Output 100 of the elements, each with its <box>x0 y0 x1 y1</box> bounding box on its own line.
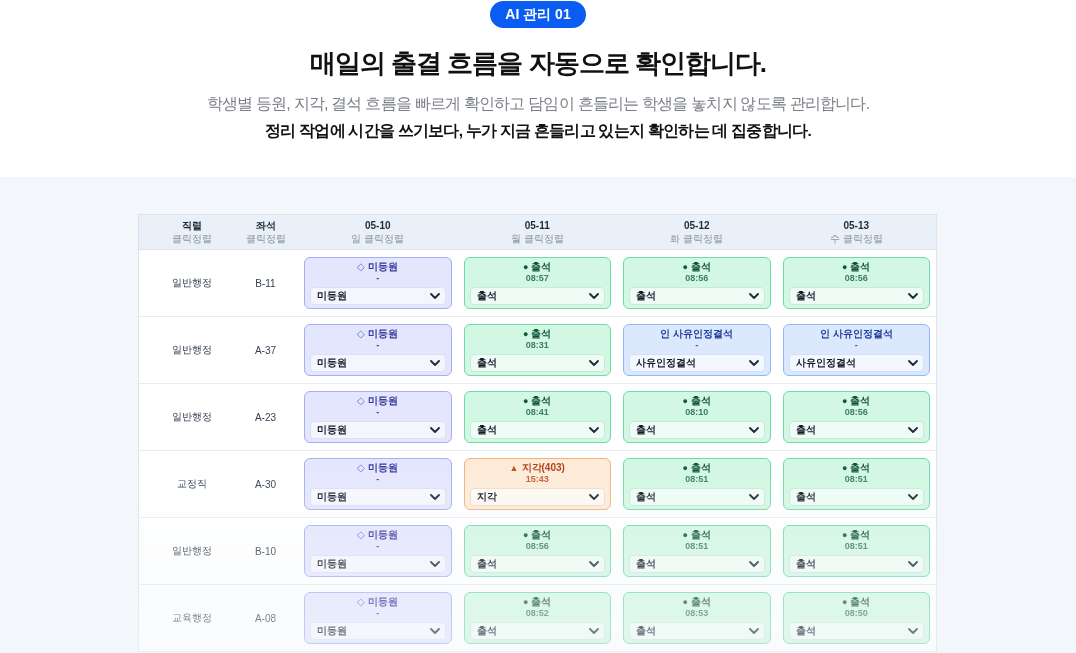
job-series-text: 교육행정 <box>172 611 212 625</box>
check-in-time: - <box>376 340 380 351</box>
chevron-down-icon <box>748 628 759 634</box>
chevron-down-icon <box>589 427 599 433</box>
status-select[interactable]: 사유인정결석 <box>788 354 924 372</box>
check-in-time: 08:57 <box>525 273 549 284</box>
check-in-time: 08:10 <box>685 407 709 418</box>
chevron-down-icon <box>748 427 759 433</box>
check-in-time: 08:41 <box>525 407 549 418</box>
status-select[interactable]: 출석 <box>469 555 605 573</box>
job-series-text: 일반행정 <box>172 276 212 290</box>
status-select[interactable]: 출석 <box>788 622 924 640</box>
check-in-time: - <box>376 474 380 485</box>
diamond-icon: ◇ <box>357 463 366 473</box>
chevron-down-icon <box>748 494 759 500</box>
status-select[interactable]: 지각 <box>469 488 605 506</box>
status-select[interactable]: 미등원 <box>310 287 446 305</box>
dot-icon: ● <box>682 262 688 272</box>
seat-text: A-23 <box>254 411 277 423</box>
status-select[interactable]: 출석 <box>629 555 765 573</box>
status-label: 출석 <box>690 395 711 407</box>
status-label: 사유인정결석 <box>673 328 734 340</box>
status-label: 출석 <box>850 395 871 407</box>
check-in-time: 08:52 <box>525 608 549 619</box>
check-in-time: - <box>376 273 380 284</box>
status-select[interactable]: 출석 <box>629 421 765 439</box>
check-in-time: - <box>376 541 380 552</box>
dot-icon: ● <box>842 463 848 473</box>
status-label: 출석 <box>531 261 552 273</box>
status-select[interactable]: 미등원 <box>310 555 446 573</box>
status-select[interactable]: 출석 <box>469 354 605 372</box>
status-select[interactable]: 출석 <box>469 622 605 640</box>
diamond-icon: ◇ <box>357 597 366 607</box>
status-select[interactable]: 출석 <box>788 488 924 506</box>
status-select[interactable]: 미등원 <box>310 488 446 506</box>
seat-text: B-11 <box>255 277 276 289</box>
emphasis-text: 정리 작업에 시간을 쓰기보다, 누가 지금 흔들리고 있는지 확인하는 데 집중합니다. <box>265 121 811 141</box>
status-label: 출석 <box>850 261 871 273</box>
status-select[interactable]: 출석 <box>629 287 765 305</box>
dot-icon: ● <box>682 530 688 540</box>
check-in-time: 08:56 <box>844 273 868 284</box>
status-label: 미등원 <box>368 529 399 541</box>
dot-icon: ● <box>682 463 688 473</box>
chevron-down-icon <box>589 628 599 634</box>
status-select[interactable]: 출석 <box>629 622 765 640</box>
status-label: 미등원 <box>368 261 399 273</box>
diamond-icon: ◇ <box>357 530 366 540</box>
dot-icon: ● <box>523 329 529 339</box>
status-label: 사유인정결석 <box>832 328 893 340</box>
status-select[interactable]: 출석 <box>788 287 924 305</box>
chevron-down-icon <box>748 293 759 299</box>
dot-icon: ● <box>842 262 848 272</box>
status-select[interactable]: 출석 <box>788 421 924 439</box>
status-label: 출석 <box>850 462 871 474</box>
status-label: 지각(403) <box>521 462 565 474</box>
chevron-down-icon <box>429 427 440 433</box>
dot-icon: ● <box>523 597 529 607</box>
chevron-down-icon <box>589 494 599 500</box>
status-label: 미등원 <box>368 462 399 474</box>
check-in-time: 08:31 <box>525 340 549 351</box>
diamond-icon: ◇ <box>357 262 366 272</box>
status-label: 미등원 <box>368 596 399 608</box>
status-select[interactable]: 출석 <box>629 488 765 506</box>
job-series-text: 일반행정 <box>172 544 212 558</box>
check-in-time: 08:50 <box>844 608 868 619</box>
chevron-down-icon <box>429 561 440 567</box>
chevron-down-icon <box>908 293 918 299</box>
section-badge: AI 관리 01 <box>490 1 586 28</box>
check-in-time: 08:51 <box>685 541 709 552</box>
chevron-down-icon <box>589 360 599 366</box>
chevron-down-icon <box>429 628 440 634</box>
status-select[interactable]: 미등원 <box>310 622 446 640</box>
status-select[interactable]: 미등원 <box>310 354 446 372</box>
sort-header[interactable]: 직렬 클릭정렬 <box>139 215 245 249</box>
diamond-icon: ◇ <box>357 329 366 339</box>
chevron-down-icon <box>429 494 440 500</box>
description: 학생별 등원, 지각, 결석 흐름을 빠르게 확인하고 담임이 흔들리는 학생을 놓치지 않도록 관리합니다. <box>206 94 870 114</box>
status-select[interactable]: 사유인정결석 <box>629 354 765 372</box>
sort-header[interactable]: 05-10 일 클릭정렬 <box>298 215 458 249</box>
status-label: 출석 <box>690 261 711 273</box>
sort-header[interactable]: 05-12 화 클릭정렬 <box>617 215 777 249</box>
sort-header[interactable]: 05-11 월 클릭정렬 <box>457 215 617 249</box>
job-series-text: 일반행정 <box>172 410 212 424</box>
chevron-down-icon <box>429 360 440 366</box>
status-select[interactable]: 출석 <box>788 555 924 573</box>
check-in-time: 08:56 <box>844 407 868 418</box>
chevron-down-icon <box>748 360 759 366</box>
chevron-down-icon <box>589 561 599 567</box>
status-select[interactable]: 출석 <box>469 287 605 305</box>
check-in-time: 15:43 <box>525 474 549 485</box>
chevron-down-icon <box>908 427 918 433</box>
check-in-time: 08:51 <box>844 474 868 485</box>
status-label: 출석 <box>690 462 711 474</box>
status-label: 출석 <box>850 596 871 608</box>
sort-header[interactable]: 좌석 클릭정렬 <box>245 215 298 249</box>
status-select[interactable]: 미등원 <box>310 421 446 439</box>
check-in-time: - <box>376 407 380 418</box>
status-label: 출석 <box>531 529 552 541</box>
sort-header[interactable]: 05-13 수 클릭정렬 <box>776 215 936 249</box>
status-select[interactable]: 출석 <box>469 421 605 439</box>
